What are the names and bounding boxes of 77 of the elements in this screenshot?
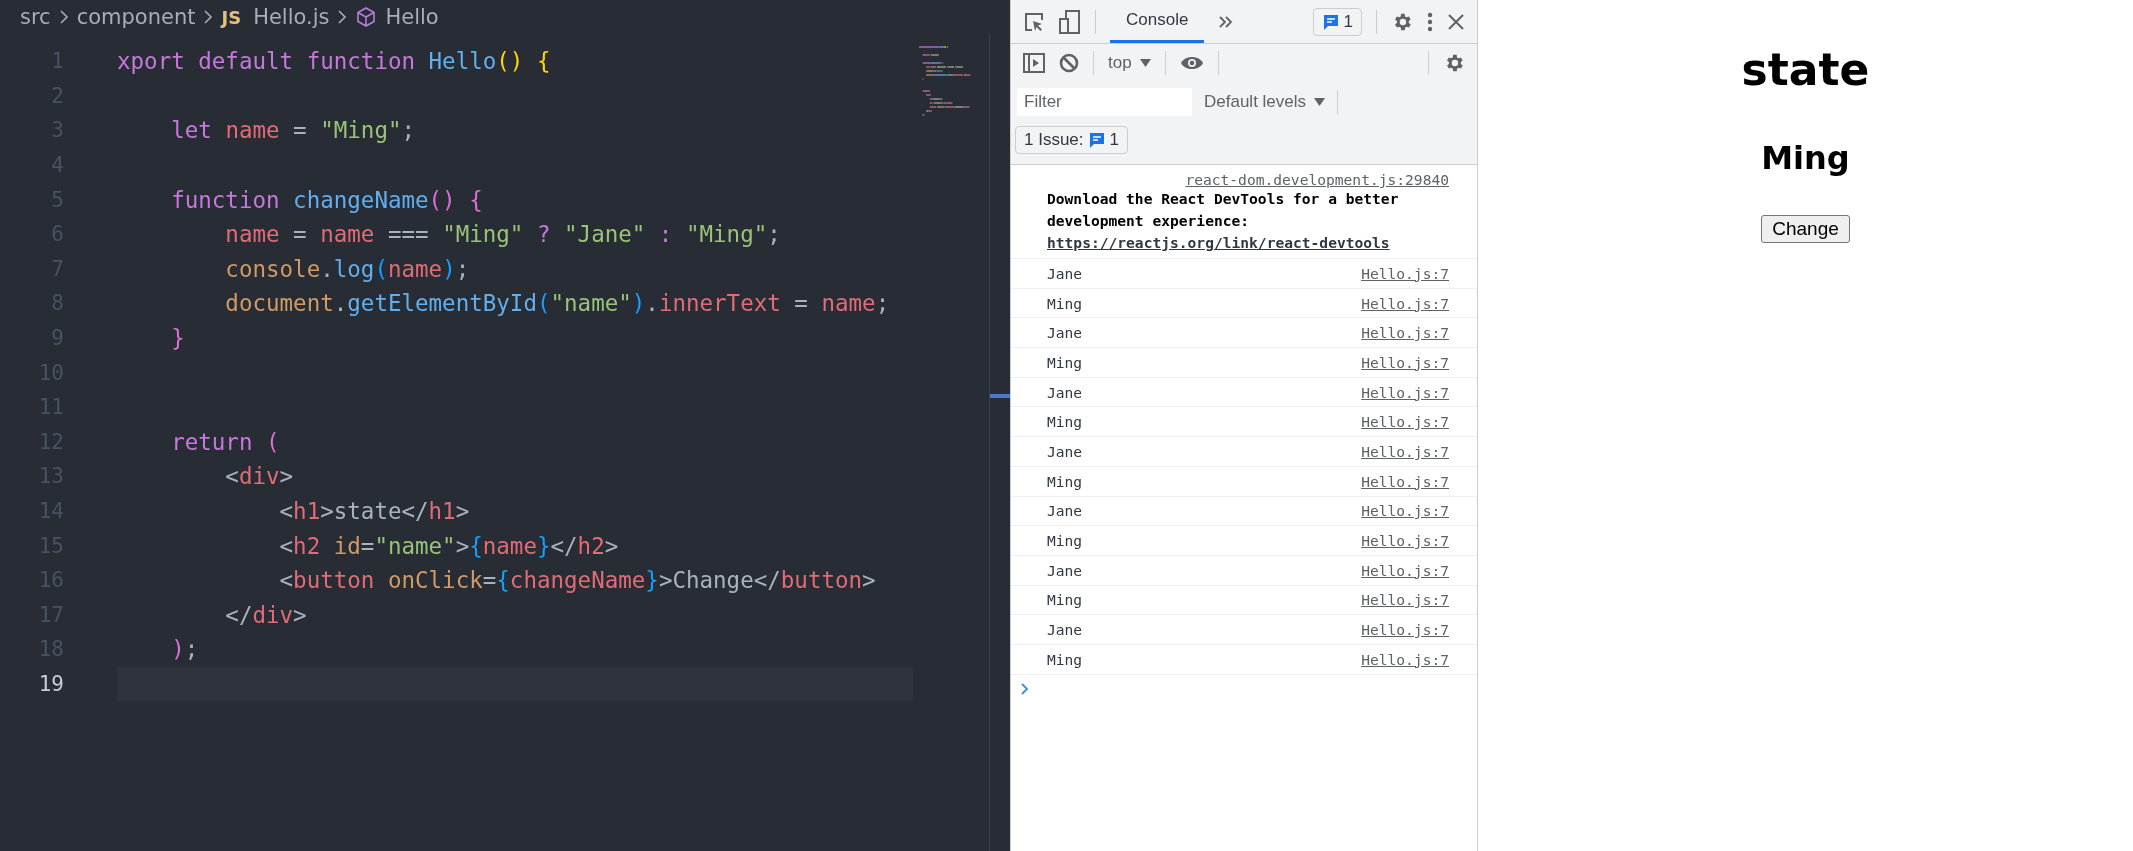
- log-message: Jane: [1047, 324, 1083, 342]
- log-message: Ming: [1047, 532, 1083, 550]
- chevron-icon: [58, 9, 69, 25]
- code-line: <button onClick={changeName}>Change</button>: [278, 567, 876, 594]
- log-message: Ming: [1047, 353, 1083, 371]
- code-line: let name = "Ming";: [170, 117, 416, 144]
- message-icon: [1087, 131, 1106, 149]
- caret-icon: [1139, 59, 1151, 67]
- caret-icon: [1314, 98, 1326, 106]
- code-line: <h2 id="name">{name}</h2>: [278, 532, 619, 559]
- log-message: Ming: [1047, 413, 1083, 431]
- source-link[interactable]: Hello.js:7: [1361, 472, 1449, 490]
- source-link[interactable]: Hello.js:7: [1361, 442, 1449, 460]
- log-message: Jane: [1047, 383, 1083, 401]
- source-link[interactable]: Hello.js:7: [1361, 532, 1449, 550]
- device-icon[interactable]: [1059, 9, 1081, 34]
- code-line: function changeName() {: [170, 186, 483, 213]
- log-message: Jane: [1047, 442, 1083, 460]
- log-message: Jane: [1047, 264, 1083, 282]
- code-line: document.getElementById("name").innerText = name;: [224, 290, 890, 317]
- source-link[interactable]: Hello.js:7: [1361, 621, 1449, 639]
- breadcrumb-item[interactable]: component: [76, 5, 196, 29]
- code-line: }: [170, 325, 185, 352]
- log-message: Download the React DevTools for a better development experience: https://reactjs.org/link/react-devtools: [1047, 189, 1400, 253]
- issues-badge[interactable]: 1: [1312, 7, 1362, 36]
- log-message: Ming: [1047, 650, 1083, 668]
- log-message: Jane: [1047, 621, 1083, 639]
- inspect-icon[interactable]: [1023, 10, 1045, 33]
- log-message: Jane: [1047, 561, 1083, 579]
- js-file-label: JS: [221, 6, 242, 28]
- chevron-icon: [203, 9, 214, 25]
- code-line: </div>: [224, 601, 307, 628]
- log-message: Ming: [1047, 294, 1083, 312]
- log-message: Ming: [1047, 591, 1083, 609]
- breadcrumb-item[interactable]: src: [20, 5, 51, 29]
- source-link[interactable]: Hello.js:7: [1361, 650, 1449, 668]
- more-icon[interactable]: [1427, 10, 1433, 33]
- change-button[interactable]: Change: [1761, 215, 1850, 243]
- sidebar-icon[interactable]: [1023, 53, 1045, 73]
- source-link[interactable]: react-dom.development.js:29840: [1185, 171, 1449, 188]
- issues-button[interactable]: 1 Issue: 1: [1015, 126, 1128, 154]
- breadcrumb-item[interactable]: Hello: [385, 5, 439, 29]
- levels-dropdown[interactable]: Default levels: [1204, 92, 1326, 112]
- cube-icon: [355, 6, 378, 28]
- code-line: xport default function Hello() {: [117, 48, 551, 75]
- devtools-link[interactable]: https://reactjs.org/link/react-devtools: [1047, 234, 1390, 251]
- eye-icon[interactable]: [1179, 55, 1204, 71]
- line-number: 19: [37, 672, 64, 696]
- code-line: );: [170, 636, 199, 663]
- breadcrumb-item[interactable]: Hello.js: [253, 5, 330, 29]
- source-link[interactable]: Hello.js:7: [1361, 413, 1449, 431]
- source-link[interactable]: Hello.js:7: [1361, 502, 1449, 520]
- log-message: Ming: [1047, 472, 1083, 490]
- filter-field[interactable]: Filter: [1017, 88, 1192, 116]
- source-link[interactable]: Hello.js:7: [1361, 383, 1449, 401]
- close-icon[interactable]: [1447, 12, 1465, 31]
- source-link[interactable]: Hello.js:7: [1361, 353, 1449, 371]
- code-line: <h1>state</h1>: [278, 498, 470, 524]
- code-line: return (: [170, 428, 280, 455]
- context-dropdown[interactable]: top: [1108, 53, 1151, 73]
- source-link[interactable]: Hello.js:7: [1361, 324, 1449, 342]
- log-message: Jane: [1047, 502, 1083, 520]
- source-link[interactable]: Hello.js:7: [1361, 294, 1449, 312]
- chevron-icon: [337, 9, 348, 25]
- code-line: console.log(name);: [224, 255, 470, 282]
- code-line: name = name === "Ming" ? "Jane" : "Ming";: [224, 221, 781, 248]
- page-heading: state: [1741, 44, 1870, 95]
- clear-icon[interactable]: [1059, 53, 1079, 73]
- prompt-icon: [1021, 682, 1029, 695]
- more-tabs-icon[interactable]: [1218, 14, 1235, 29]
- code-line: <div>: [224, 463, 294, 490]
- source-link[interactable]: Hello.js:7: [1361, 264, 1449, 282]
- message-icon: [1321, 12, 1340, 31]
- scrollbar-marker: [990, 394, 1010, 398]
- name-heading: Ming: [1761, 139, 1850, 177]
- source-link[interactable]: Hello.js:7: [1361, 591, 1449, 609]
- source-link[interactable]: Hello.js:7: [1361, 561, 1449, 579]
